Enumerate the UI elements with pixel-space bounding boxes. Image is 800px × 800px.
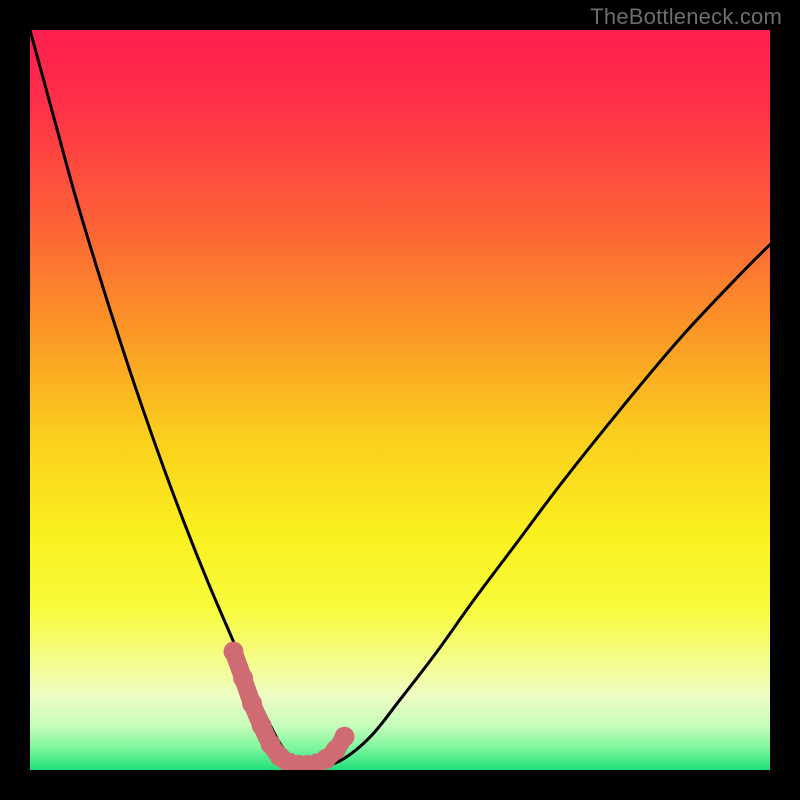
curve-layer bbox=[30, 30, 770, 770]
chart-stage: TheBottleneck.com bbox=[0, 0, 800, 800]
highlight-dot bbox=[233, 668, 253, 688]
highlight-dot bbox=[335, 727, 355, 747]
plot-area bbox=[30, 30, 770, 770]
watermark-text: TheBottleneck.com bbox=[590, 4, 782, 30]
highlight-dot bbox=[252, 716, 272, 736]
bottleneck-curve bbox=[30, 30, 770, 766]
highlight-dot bbox=[224, 642, 244, 662]
highlight-dot bbox=[242, 693, 262, 713]
